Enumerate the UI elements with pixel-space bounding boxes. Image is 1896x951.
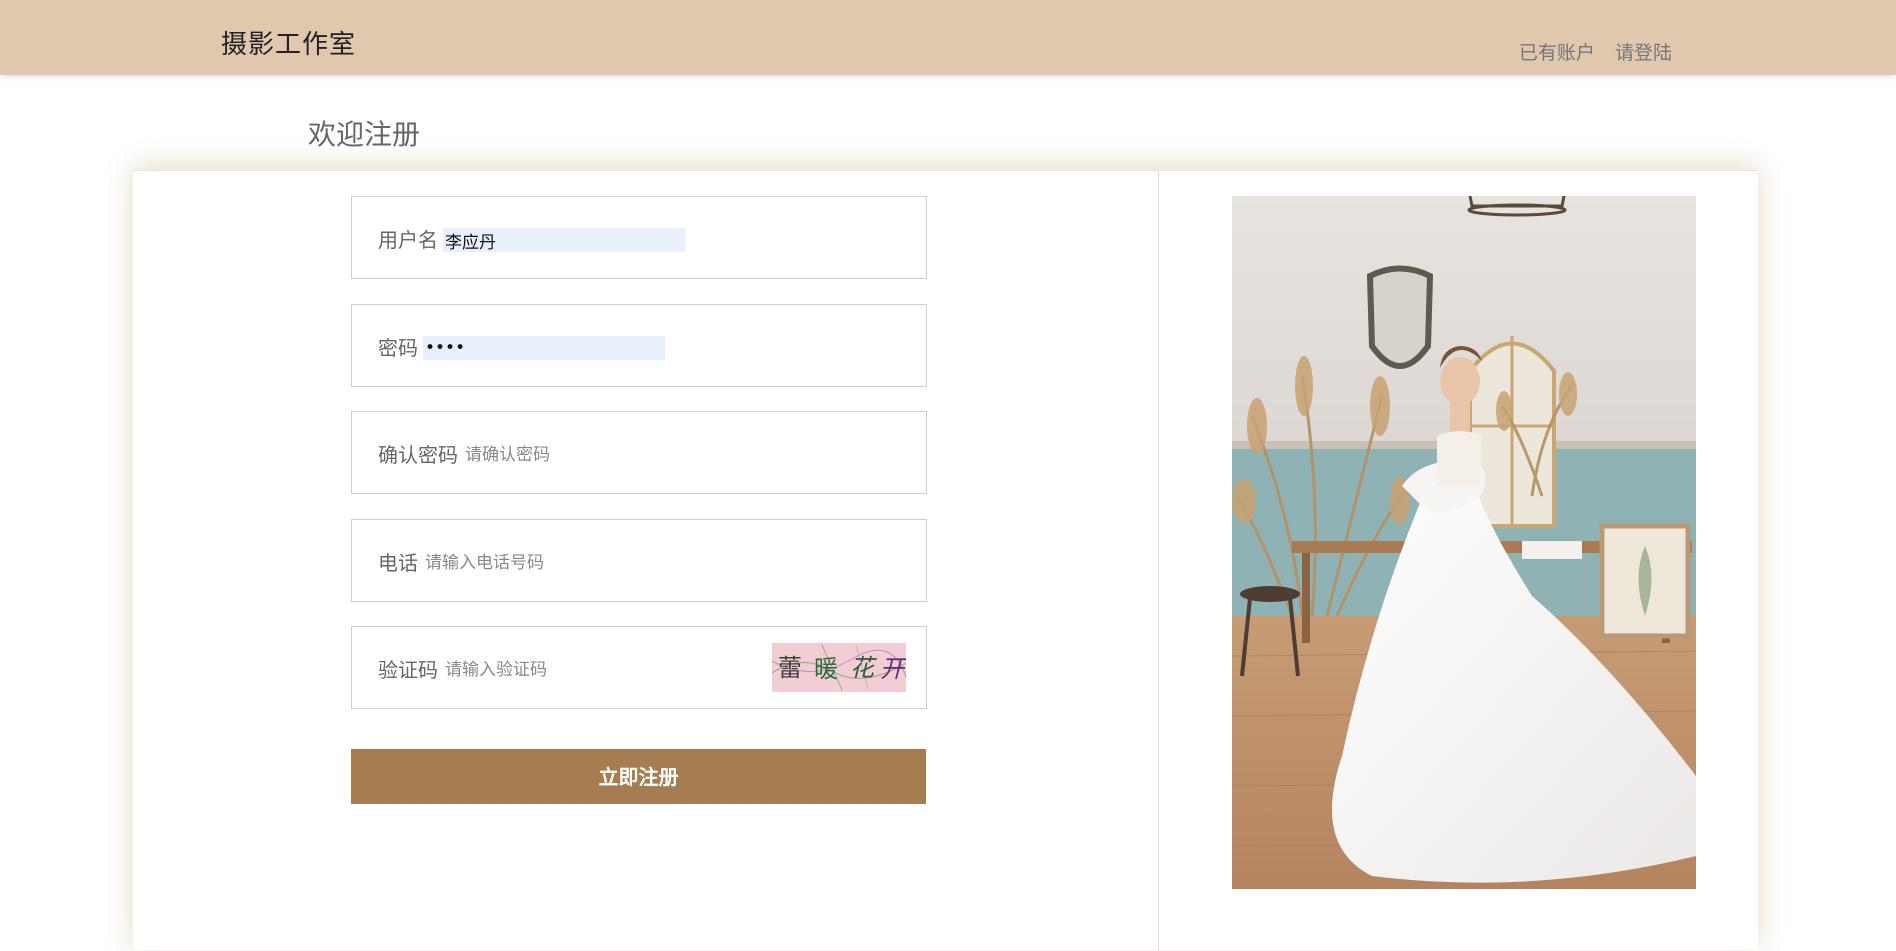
password-field: 密码 xyxy=(351,304,927,387)
captcha-image[interactable]: 蕾 暖 花 开 xyxy=(772,643,906,692)
username-field: 用户名 xyxy=(351,196,927,279)
confirm-password-input[interactable] xyxy=(463,443,903,467)
password-input[interactable] xyxy=(423,336,665,360)
brand-logo-text[interactable]: 摄影工作室 xyxy=(221,24,356,61)
confirm-password-label: 确认密码 xyxy=(378,443,458,467)
phone-input[interactable] xyxy=(423,551,903,575)
captcha-label: 验证码 xyxy=(378,658,438,682)
phone-label: 电话 xyxy=(378,551,418,575)
captcha-char-2: 暖 xyxy=(814,655,838,683)
register-card: 用户名 密码 确认密码 电话 验证码 蕾 暖 花 开 xyxy=(133,170,1758,951)
captcha-char-1: 蕾 xyxy=(778,654,802,682)
top-header: 摄影工作室 已有账户 请登陆 xyxy=(0,0,1896,75)
phone-field: 电话 xyxy=(351,519,927,602)
card-divider xyxy=(1158,171,1159,951)
page-title: 欢迎注册 xyxy=(308,118,421,151)
confirm-password-field: 确认密码 xyxy=(351,411,927,494)
username-input[interactable] xyxy=(443,228,685,252)
have-account-link[interactable]: 已有账户 xyxy=(1519,42,1595,64)
captcha-input[interactable] xyxy=(443,658,733,682)
auth-links: 已有账户 请登陆 xyxy=(1519,38,1672,65)
captcha-field: 验证码 蕾 暖 花 开 xyxy=(351,626,927,709)
captcha-char-4: 开 xyxy=(880,655,906,683)
captcha-char-3: 花 xyxy=(850,654,877,682)
register-submit-button[interactable]: 立即注册 xyxy=(351,749,926,804)
login-link[interactable]: 请登陆 xyxy=(1615,42,1672,64)
username-label: 用户名 xyxy=(378,228,438,252)
wedding-photo xyxy=(1232,196,1696,889)
password-label: 密码 xyxy=(378,336,418,360)
